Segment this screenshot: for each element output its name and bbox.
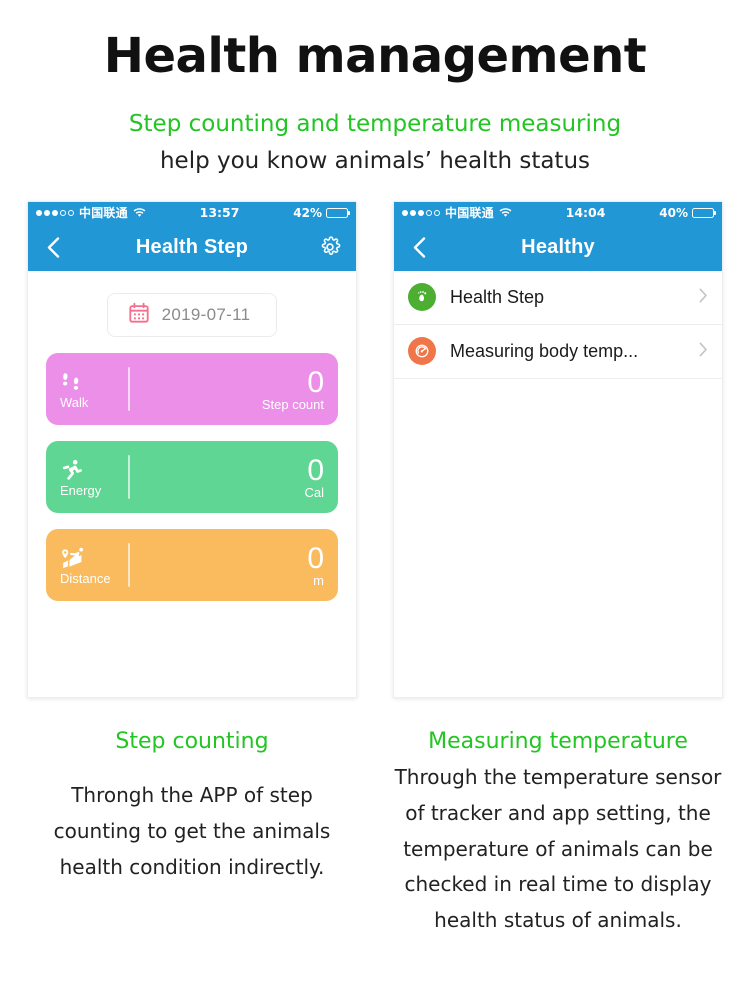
running-icon bbox=[60, 456, 84, 482]
column-measuring-temperature: 中国联通 14:04 40% Healthy Health Step Measu… bbox=[393, 200, 723, 939]
status-bar-time: 14:04 bbox=[565, 205, 606, 221]
chevron-right-icon bbox=[699, 342, 708, 361]
status-bar-left: 中国联通 13:57 42% bbox=[28, 201, 356, 224]
battery-percent-label: 42% bbox=[293, 205, 322, 220]
calendar-icon bbox=[128, 302, 150, 328]
phone-screenshot-healthy: 中国联通 14:04 40% Healthy Health Step Measu… bbox=[393, 200, 723, 698]
route-pin-icon bbox=[60, 544, 86, 570]
nav-title-left: Health Step bbox=[135, 235, 249, 258]
card-divider bbox=[128, 366, 130, 411]
metric-card-distance-right: 0 m bbox=[307, 529, 324, 601]
chevron-right-icon bbox=[699, 288, 708, 307]
wifi-icon bbox=[133, 206, 146, 220]
health-menu-list: Health Step Measuring body temp... bbox=[394, 270, 722, 379]
metric-card-energy-left: Energy bbox=[60, 441, 124, 513]
page-subtitle-dark: help you know animals’ health status bbox=[159, 147, 591, 174]
metric-card-walk-label: Walk bbox=[60, 395, 89, 411]
footprint-circle-icon bbox=[408, 283, 436, 312]
caption-body-right: Through the temperature sensor of tracke… bbox=[394, 765, 722, 932]
list-item-measuring-body-temp-label: Measuring body temp... bbox=[450, 340, 639, 361]
page-title: Health management bbox=[103, 28, 647, 84]
metric-card-walk-unit: Step count bbox=[261, 397, 324, 413]
screen-body-right: Health Step Measuring body temp... bbox=[394, 270, 722, 697]
status-bar-right: 中国联通 14:04 40% bbox=[394, 201, 722, 224]
card-divider bbox=[128, 542, 130, 587]
signal-strength-icon bbox=[36, 209, 74, 216]
signal-strength-icon bbox=[402, 209, 440, 216]
metric-card-list: Walk 0 Step count Energy 0 Cal Distance … bbox=[28, 337, 356, 601]
column-step-counting: 中国联通 13:57 42% Health Step 2019-07-11 Wa… bbox=[27, 200, 357, 939]
date-value: 2019-07-11 bbox=[161, 304, 251, 324]
metric-card-walk-left: Walk bbox=[60, 353, 124, 425]
caption-body-left: Throngh the APP of step counting to get … bbox=[53, 783, 331, 879]
metric-card-distance[interactable]: Distance 0 m bbox=[46, 528, 338, 601]
carrier-label: 中国联通 bbox=[79, 206, 128, 221]
status-bar-right-group: 42% bbox=[293, 205, 351, 220]
carrier-label: 中国联通 bbox=[445, 206, 494, 221]
metric-card-walk-value: 0 bbox=[307, 365, 324, 399]
phone-screenshot-health-step: 中国联通 13:57 42% Health Step 2019-07-11 Wa… bbox=[27, 200, 357, 698]
caption-title-left: Step counting bbox=[115, 728, 269, 754]
page-subtitle-green: Step counting and temperature measuring bbox=[128, 110, 622, 137]
back-button[interactable] bbox=[408, 236, 430, 258]
metric-card-energy-right: 0 Cal bbox=[304, 441, 324, 513]
metric-card-distance-unit: m bbox=[313, 573, 324, 589]
metric-card-energy-label: Energy bbox=[60, 483, 102, 499]
battery-percent-label: 40% bbox=[659, 205, 688, 220]
battery-icon bbox=[326, 207, 351, 218]
list-item-measuring-body-temp[interactable]: Measuring body temp... bbox=[394, 324, 722, 379]
status-bar-right-group: 40% bbox=[659, 205, 717, 220]
list-item-health-step-label: Health Step bbox=[450, 286, 545, 307]
footprints-icon bbox=[60, 368, 84, 394]
screen-body-left: 2019-07-11 Walk 0 Step count Energy 0 Ca… bbox=[28, 270, 356, 697]
card-divider bbox=[128, 454, 130, 499]
list-item-health-step[interactable]: Health Step bbox=[394, 270, 722, 325]
status-bar-time: 13:57 bbox=[199, 205, 240, 221]
metric-card-distance-value: 0 bbox=[307, 541, 324, 575]
nav-bar-left: Health Step bbox=[28, 223, 356, 271]
status-bar-left-group: 中国联通 bbox=[402, 204, 512, 221]
metric-card-energy-value: 0 bbox=[307, 453, 324, 487]
page-header: Health management Step counting and temp… bbox=[0, 0, 750, 177]
date-selector-wrap: 2019-07-11 bbox=[28, 271, 356, 337]
metric-card-distance-left: Distance bbox=[60, 529, 124, 601]
metric-card-distance-label: Distance bbox=[60, 571, 111, 587]
nav-bar-right: Healthy bbox=[394, 223, 722, 271]
metric-card-energy[interactable]: Energy 0 Cal bbox=[46, 440, 338, 513]
gear-icon[interactable] bbox=[318, 235, 342, 259]
date-selector[interactable]: 2019-07-11 bbox=[106, 292, 278, 337]
caption-title-right: Measuring temperature bbox=[428, 728, 688, 754]
metric-card-walk[interactable]: Walk 0 Step count bbox=[46, 352, 338, 425]
back-button[interactable] bbox=[42, 236, 64, 258]
wifi-icon bbox=[499, 206, 512, 220]
nav-title-right: Healthy bbox=[521, 235, 595, 258]
battery-icon bbox=[692, 207, 717, 218]
phone-columns: 中国联通 13:57 42% Health Step 2019-07-11 Wa… bbox=[0, 200, 750, 939]
metric-card-energy-unit: Cal bbox=[304, 485, 324, 501]
status-bar-left-group: 中国联通 bbox=[36, 204, 146, 221]
thermometer-gauge-icon bbox=[408, 337, 436, 366]
metric-card-walk-right: 0 Step count bbox=[262, 353, 324, 425]
